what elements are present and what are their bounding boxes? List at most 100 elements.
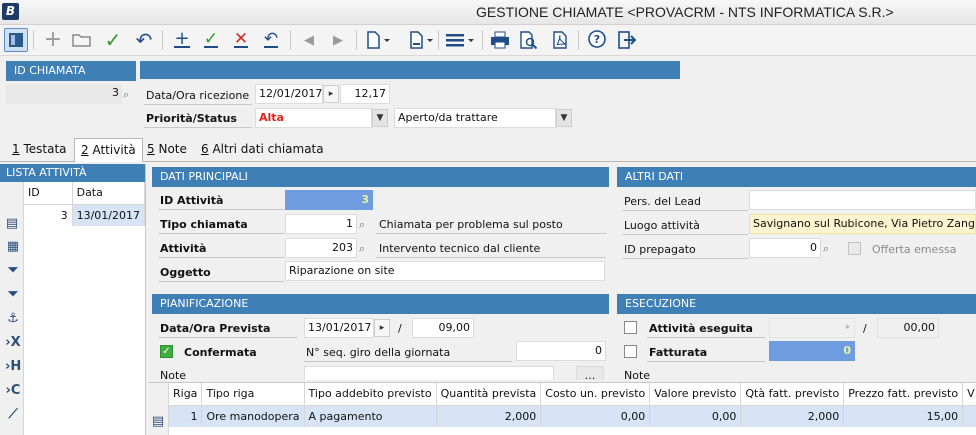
add-row-icon[interactable]: +	[170, 28, 194, 52]
note-browse-button[interactable]: ...	[576, 366, 604, 380]
cell-data[interactable]: 13/01/2017	[72, 204, 146, 226]
cell-tipo-riga[interactable]: Ore manodopera	[201, 405, 305, 427]
grid-icon[interactable]: ▦	[5, 239, 21, 255]
search-icon[interactable]: ⌕	[359, 242, 372, 255]
column-header-tipo-addebito[interactable]: Tipo addebito previsto	[304, 383, 437, 406]
tab-attivita[interactable]: 2 Attività	[74, 138, 143, 162]
status-select[interactable]: Aperto/da trattare	[394, 108, 556, 128]
column-header-costo[interactable]: Costo un. previsto	[540, 383, 651, 406]
chevron-down-icon[interactable]: ▼	[556, 109, 572, 127]
confirm-row-icon[interactable]: ✓	[199, 28, 223, 52]
cell-riga[interactable]: 1	[169, 405, 203, 427]
cell-v[interactable]	[962, 405, 976, 427]
priorita-select[interactable]: Alta	[255, 108, 372, 128]
column-header-valore[interactable]: Valore previsto	[649, 383, 742, 406]
prepagato-field[interactable]: 0	[749, 238, 821, 258]
print-preview-icon[interactable]	[517, 28, 541, 52]
column-header-data[interactable]: Data	[72, 182, 146, 205]
eseguita-time-field[interactable]: 00,00	[877, 318, 939, 338]
search-icon[interactable]: ⌕	[359, 218, 372, 231]
prevista-time-field[interactable]: 09,00	[412, 318, 474, 338]
delete-row-icon[interactable]: ✕	[229, 28, 253, 52]
export-excel-icon[interactable]: ›X	[5, 335, 21, 351]
column-header-qta-fatt[interactable]: Qtà fatt. previsto	[740, 383, 845, 406]
menu-icon[interactable]	[444, 28, 478, 52]
column-header-quantita[interactable]: Quantità prevista	[436, 383, 542, 406]
pdf-icon[interactable]	[548, 28, 572, 52]
esecuzione-note-label: Note	[624, 369, 651, 380]
column-header-riga[interactable]: Riga	[169, 383, 203, 406]
tab-note[interactable]: 5 Note	[141, 138, 193, 162]
column-header-v[interactable]: V	[962, 383, 976, 406]
cell-id[interactable]: 3	[24, 204, 73, 226]
filter-icon[interactable]: ⏷	[5, 263, 21, 279]
chevron-down-icon[interactable]: ▼	[372, 109, 388, 127]
lead-field[interactable]	[749, 190, 976, 210]
anchor-icon[interactable]: ⚓	[5, 311, 21, 327]
date-picker-arrow-icon[interactable]: ▸	[846, 322, 851, 332]
ricezione-label: Data/Ora ricezione	[146, 89, 250, 102]
panel-icon[interactable]	[4, 28, 28, 52]
fatturata-checkbox[interactable]	[624, 345, 637, 358]
column-header-id[interactable]: ID	[24, 182, 73, 205]
ricezione-time-field[interactable]: 12,17	[340, 84, 390, 104]
confirm-icon[interactable]: ✓	[101, 28, 125, 52]
cell-qta-fatt[interactable]: 2,000	[740, 405, 845, 427]
cell-quantita[interactable]: 2,000	[436, 405, 542, 427]
filter-remove-icon[interactable]: ⏷	[5, 287, 21, 303]
vertical-toolbar: ▦ ⏷ ⏷ ⚓ ›X ›H ›C ⟋	[0, 234, 24, 434]
open-folder-icon[interactable]	[70, 28, 94, 52]
offerta-checkbox[interactable]	[848, 242, 861, 255]
date-picker-arrow-icon[interactable]: ▸	[323, 85, 339, 103]
date-picker-arrow-icon[interactable]: ▸	[374, 319, 390, 337]
search-icon[interactable]: ⌕	[123, 88, 136, 101]
luogo-field[interactable]: Savignano sul Rubicone, Via Pietro Zangh…	[749, 214, 976, 234]
undo-icon[interactable]: ↶	[132, 28, 156, 52]
attivita-code[interactable]: 203	[285, 238, 357, 258]
tipo-chiamata-desc: Chiamata per problema sul posto	[379, 218, 563, 231]
confermata-checkbox[interactable]: ✓	[160, 345, 173, 358]
cell-tipo-addebito[interactable]: A pagamento	[304, 405, 437, 427]
id-chiamata-field[interactable]: 3	[6, 84, 122, 104]
export-csv-icon[interactable]: ›C	[5, 383, 21, 399]
add-icon[interactable]: +	[41, 28, 65, 52]
confermata-label: Confermata	[184, 346, 257, 359]
search-icon[interactable]: ⌕	[823, 242, 836, 255]
chart-icon[interactable]: ⟋	[5, 407, 21, 423]
export-html-icon[interactable]: ›H	[5, 359, 21, 375]
undo-row-icon[interactable]: ↶	[259, 28, 283, 52]
next-icon[interactable]: ▶	[326, 28, 350, 52]
luogo-label: Luogo attività	[624, 219, 700, 232]
priorita-label: Priorità/Status	[146, 112, 237, 125]
prev-icon[interactable]: ◀	[297, 28, 321, 52]
tipo-chiamata-code[interactable]: 1	[285, 214, 357, 234]
eseguita-date-field[interactable]	[769, 318, 855, 338]
table-row[interactable]: 1 Ore manodopera A pagamento 2,000 0,00 …	[169, 405, 976, 427]
time-separator: /	[863, 322, 867, 335]
table-row[interactable]: 3 13/01/2017	[24, 204, 146, 226]
new-document-icon[interactable]	[363, 28, 393, 52]
id-attivita-field[interactable]: 3	[285, 190, 373, 210]
oggetto-field[interactable]: Riparazione on site	[285, 261, 605, 281]
cell-prezzo-fatt[interactable]: 15,00	[843, 405, 964, 427]
fatturata-field[interactable]: 0	[769, 341, 855, 361]
dati-principali-header: DATI PRINCIPALI	[152, 167, 609, 187]
toolbar-separator	[578, 30, 579, 50]
eseguita-checkbox[interactable]	[624, 321, 637, 334]
exit-icon[interactable]	[615, 28, 639, 52]
tab-altri-dati[interactable]: 6 Altri dati chiamata	[195, 138, 330, 162]
column-header-tipo-riga[interactable]: Tipo riga	[201, 383, 305, 406]
toolbar-separator	[33, 30, 34, 50]
tab-testata[interactable]: 1 Testata	[6, 138, 73, 162]
cell-valore[interactable]: 0,00	[649, 405, 742, 427]
help-icon[interactable]: ?	[585, 28, 609, 52]
column-header-prezzo-fatt[interactable]: Prezzo fatt. previsto	[843, 383, 964, 406]
cell-costo[interactable]: 0,00	[540, 405, 651, 427]
document-icon[interactable]	[406, 28, 436, 52]
note-field[interactable]	[304, 366, 554, 380]
prevista-date-field[interactable]: 13/01/2017	[304, 318, 374, 338]
esecuzione-panel: ESECUZIONE Attività eseguita ▸ / 00,00 F…	[617, 294, 976, 380]
seq-field[interactable]: 0	[516, 341, 606, 361]
ricezione-date-field[interactable]: 12/01/2017	[255, 84, 323, 104]
print-icon[interactable]	[488, 28, 512, 52]
